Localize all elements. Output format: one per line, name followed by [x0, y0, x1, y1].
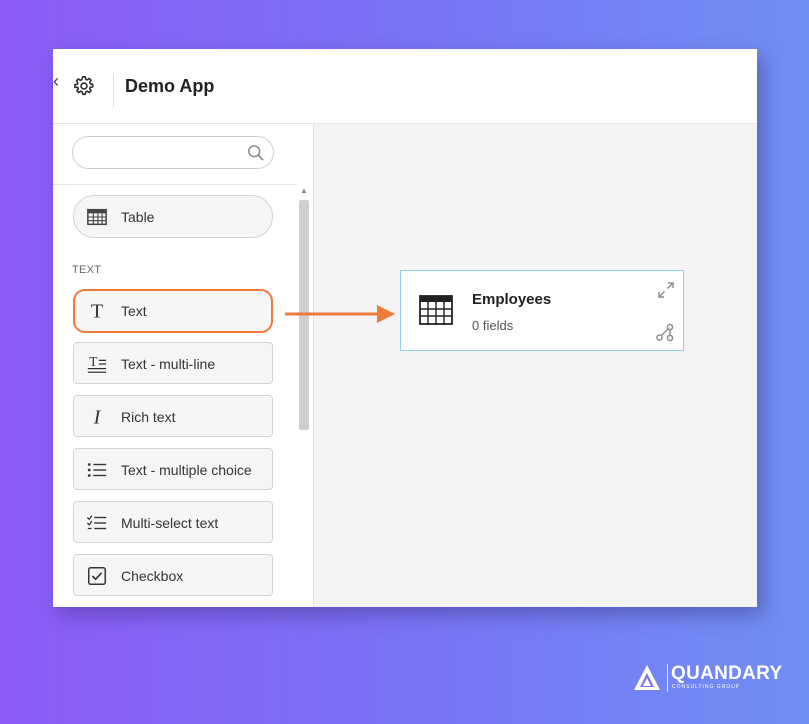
search-input[interactable] — [85, 143, 249, 165]
bullet-list-icon — [87, 463, 107, 477]
palette-item-label: Text — [121, 303, 147, 319]
app-window: ‹ Demo App ▲ Table TEXT T Text T Text - … — [53, 49, 757, 607]
table-grid-icon — [87, 208, 107, 226]
search-box[interactable] — [72, 136, 274, 169]
svg-text:T: T — [89, 354, 98, 369]
section-label-text: TEXT — [72, 264, 102, 276]
list-divider — [53, 184, 297, 185]
header-divider — [113, 73, 114, 107]
brand-tagline: CONSULTING GROUP — [672, 684, 741, 690]
expand-icon[interactable] — [657, 281, 675, 299]
palette-item-table[interactable]: Table — [73, 195, 273, 238]
palette-item-rich-text[interactable]: I Rich text — [73, 395, 273, 437]
annotation-arrow — [285, 305, 395, 323]
field-palette-sidebar: ▲ Table TEXT T Text T Text - multi-line … — [53, 124, 314, 607]
palette-item-checkbox[interactable]: Checkbox — [73, 554, 273, 596]
entity-field-count: 0 fields — [472, 318, 514, 333]
palette-item-multi-select-text[interactable]: Multi-select text — [73, 501, 273, 543]
svg-text:I: I — [93, 406, 102, 428]
palette-item-text-multiple-choice[interactable]: Text - multiple choice — [73, 448, 273, 490]
app-title: Demo App — [125, 76, 215, 96]
quandary-logo-icon — [634, 665, 660, 690]
relationship-icon[interactable] — [655, 323, 675, 343]
entity-card-employees[interactable]: Employees 0 fields — [400, 270, 684, 351]
palette-item-label: Text - multi-line — [121, 356, 216, 372]
brand-watermark: QUANDARY CONSULTING GROUP — [632, 660, 782, 696]
gear-icon[interactable] — [73, 75, 95, 97]
text-t-icon: T — [91, 300, 103, 322]
palette-item-label: Text - multiple choice — [121, 462, 252, 478]
svg-text:T: T — [91, 300, 103, 322]
search-icon[interactable] — [247, 144, 265, 162]
italic-i-icon: I — [93, 406, 102, 428]
checkbox-icon — [88, 567, 106, 585]
back-chevron-icon[interactable]: ‹ — [53, 71, 59, 92]
palette-item-text-multiline[interactable]: T Text - multi-line — [73, 342, 273, 384]
text-multiline-icon: T — [87, 354, 107, 373]
brand-divider — [667, 664, 668, 692]
table-grid-icon — [419, 295, 453, 325]
entity-name: Employees — [472, 291, 552, 308]
scroll-up-arrow-icon[interactable]: ▲ — [300, 186, 308, 195]
app-header: ‹ Demo App — [53, 49, 757, 124]
palette-item-label: Table — [121, 209, 155, 225]
palette-item-label: Rich text — [121, 409, 176, 425]
palette-item-label: Multi-select text — [121, 515, 219, 531]
palette-item-label: Checkbox — [121, 568, 184, 584]
brand-name: QUANDARY — [671, 663, 783, 684]
sidebar-scrollbar[interactable]: ▲ — [297, 184, 311, 607]
palette-item-text[interactable]: T Text — [73, 289, 273, 333]
checklist-icon — [86, 515, 107, 530]
